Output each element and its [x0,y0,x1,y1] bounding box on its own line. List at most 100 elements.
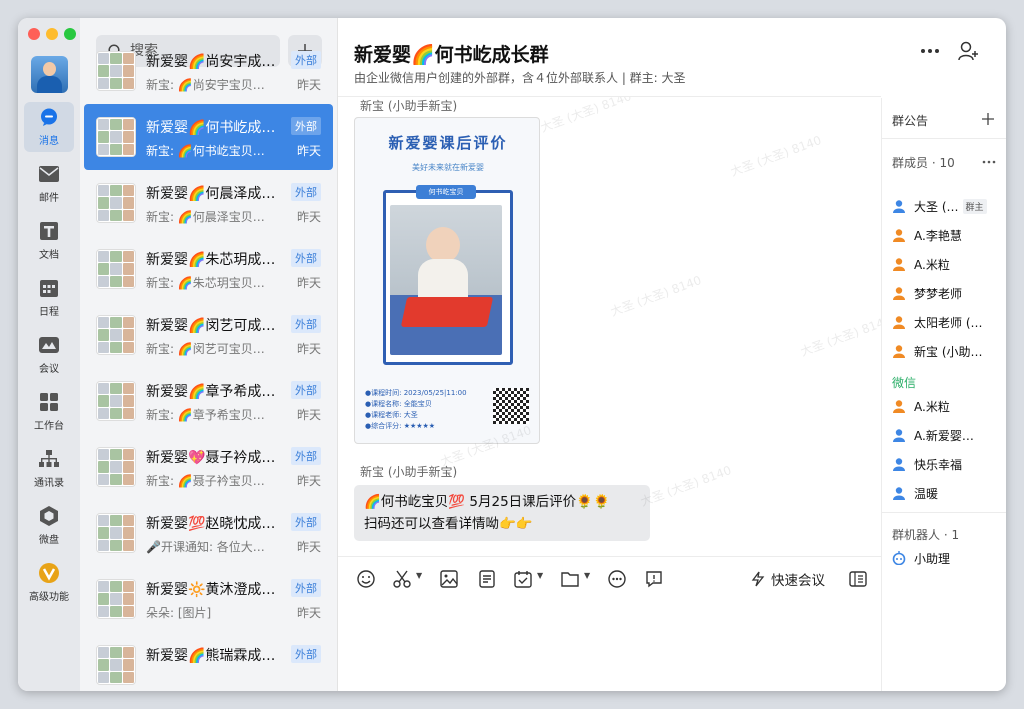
chat-time: 昨天 [296,276,321,290]
add-announcement-icon[interactable] [982,113,994,125]
file-doc-icon[interactable] [477,569,497,589]
poster-title: 新爱婴课后评价 [388,134,508,152]
person-icon [892,199,914,213]
mail-icon [39,164,59,184]
chat-list-item[interactable]: 新爱婴🌈何晨泽成… 外部 新宝: 🌈何晨泽宝贝… 昨天 [84,170,333,236]
nav-item-advanced[interactable]: 高级功能 [24,558,74,608]
chat-list-item[interactable]: 新爱婴💖聂子衿成… 外部 新宝: 🌈聂子衿宝贝… 昨天 [84,434,333,500]
nav-item-workbench[interactable]: 工作台 [24,387,74,437]
baby-photo [390,205,502,355]
person-icon [892,457,914,471]
task-icon[interactable] [513,569,533,589]
chat-time: 昨天 [296,342,321,356]
chat-time: 昨天 [296,540,321,554]
quick-meeting-button[interactable]: 快速会议 [751,569,825,589]
members-header: 群成员 · 10 [892,156,955,170]
chat-time: 昨天 [296,78,321,92]
nav-item-calendar[interactable]: 日程 [24,273,74,323]
chevron-down-icon[interactable]: ▼ [416,571,422,580]
external-badge: 外部 [291,117,321,135]
message-input[interactable] [338,598,881,691]
advanced-icon [39,563,59,583]
nav-item-contacts[interactable]: 通讯录 [24,444,74,494]
composer-toolbar: ▼ ▼ ▼ 快速会议 [338,556,881,598]
nav-item-messages[interactable]: 消息 [24,102,74,152]
chat-title: 新爱婴🌈章予希成… [146,384,276,400]
person-icon [892,486,914,500]
member-item[interactable]: 新宝 (小助… [892,341,1002,361]
chat-preview: 新宝: 🌈尚安宇宝贝… [146,78,265,92]
chat-list-item[interactable]: 新爱婴🌈何书屹成… 外部 新宝: 🌈何书屹宝贝… 昨天 [84,104,333,170]
poster-photo-card: 何书屹宝贝 [383,185,513,365]
nav-item-docs[interactable]: 文档 [24,216,74,266]
robot-icon [892,551,906,565]
chat-title: 新爱婴🔆黄沐澄成… [146,582,276,598]
person-icon [892,428,914,442]
message-icon [39,107,59,127]
external-badge: 外部 [291,315,321,333]
watermark: 大圣 (大圣) 8140 [798,313,881,359]
emoji-icon[interactable] [356,569,376,589]
sidebar-toggle-icon[interactable] [848,569,868,589]
external-badge: 外部 [291,51,321,69]
chat-list-item[interactable]: 新爱婴🔆黄沐澄成… 外部 朵朵: [图片] 昨天 [84,566,333,632]
nav-item-meeting[interactable]: 会议 [24,330,74,380]
chat-list-item[interactable]: 新爱婴🌈章予希成… 外部 新宝: 🌈章予希宝贝… 昨天 [84,368,333,434]
chat-list-item[interactable]: 新爱婴🌈闵艺可成… 外部 新宝: 🌈闵艺可宝贝… 昨天 [84,302,333,368]
group-avatar [96,447,136,487]
chat-list-panel: 新爱婴🌈尚安宇成…外部新宝: 🌈尚安宇宝贝…昨天新爱婴🌈何书屹成…外部新宝: 🌈… [80,18,338,691]
conversation-panel: 新爱婴🌈何书屹成长群 由企业微信用户创建的外部群，含４位外部联系人 | 群主: … [338,18,978,691]
chevron-down-icon[interactable]: ▼ [584,571,590,580]
evaluation-poster-image[interactable]: 新爱婴课后评价 美好未来就在新爱婴 何书屹宝贝 ●课程时间: 2023/05/2… [354,117,540,444]
more-apps-icon[interactable] [607,569,627,589]
chat-preview: 新宝: 🌈何晨泽宝贝… [146,210,265,224]
app-window: 消息 邮件 文档 日程 会议 工作台 通讯录 微盘 高级功能 搜索 新爱婴🌈尚安… [18,18,1006,691]
chat-title: 新爱婴🌈尚安宇成… [146,54,276,70]
workbench-icon [39,392,59,412]
chat-time: 昨天 [296,606,321,620]
chat-title: 新爱婴💖聂子衿成… [146,450,276,466]
screenshot-icon[interactable] [392,569,412,589]
announcement-label[interactable]: 群公告 [892,112,928,129]
external-badge: 外部 [291,579,321,597]
chevron-down-icon[interactable]: ▼ [537,571,543,580]
wechat-member-item[interactable]: 快乐幸福 [892,454,1002,474]
add-member-icon[interactable] [958,41,980,61]
chat-preview: 新宝: 🌈朱芯玥宝贝… [146,276,265,290]
close-window-button[interactable] [28,28,40,40]
group-avatar [96,381,136,421]
nav-item-drive[interactable]: 微盘 [24,501,74,551]
group-title[interactable]: 新爱婴🌈何书屹成长群 [354,40,549,67]
folder-icon[interactable] [560,569,580,589]
owner-badge: 群主 [962,198,987,214]
user-avatar[interactable] [31,56,68,93]
feedback-icon[interactable] [644,569,664,589]
message-list: 新宝 (小助手新宝) 新爱婴课后评价 美好未来就在新爱婴 何书屹宝贝 ●课程时间… [338,96,881,556]
member-item[interactable]: 大圣 (… 群主 [892,196,1002,216]
more-icon[interactable] [920,48,940,54]
robot-item[interactable]: 小助理 [892,548,1002,568]
message-bubble[interactable]: 🌈何书屹宝贝💯 5月25日课后评价🌻🌻 扫码还可以查看详情呦👉👉 [354,485,650,541]
members-more-icon[interactable] [982,160,996,164]
minimize-window-button[interactable] [46,28,58,40]
wechat-member-item[interactable]: A.新爱婴… [892,425,1002,445]
zoom-window-button[interactable] [64,28,76,40]
chat-preview: 新宝: 🌈章予希宝贝… [146,408,265,422]
chat-list-item[interactable]: 新爱婴🌈朱芯玥成… 外部 新宝: 🌈朱芯玥宝贝… 昨天 [84,236,333,302]
member-item[interactable]: A.李艳慧 [892,225,1002,245]
wechat-member-item[interactable]: 温暖 [892,483,1002,503]
group-avatar [96,513,136,553]
group-avatar [96,51,136,91]
chat-title: 新爱婴🌈何晨泽成… [146,186,276,202]
meeting-icon [39,335,59,355]
external-badge: 外部 [291,513,321,531]
chat-list-item[interactable]: 新爱婴🌈熊瑞霖成… 外部 [84,632,333,691]
nav-item-mail[interactable]: 邮件 [24,159,74,209]
member-item[interactable]: 太阳老师 (… [892,312,1002,332]
chat-list-item[interactable]: 新爱婴💯赵晓忱成… 外部 🎤开课通知: 各位大… 昨天 [84,500,333,566]
image-icon[interactable] [439,569,459,589]
wechat-member-item[interactable]: A.米粒 [892,396,1002,416]
chat-list-item[interactable]: 新爱婴🌈尚安宇成… 外部新宝: 🌈尚安宇宝贝… 昨天 [84,38,333,104]
member-item[interactable]: A.米粒 [892,254,1002,274]
member-item[interactable]: 梦梦老师 [892,283,1002,303]
